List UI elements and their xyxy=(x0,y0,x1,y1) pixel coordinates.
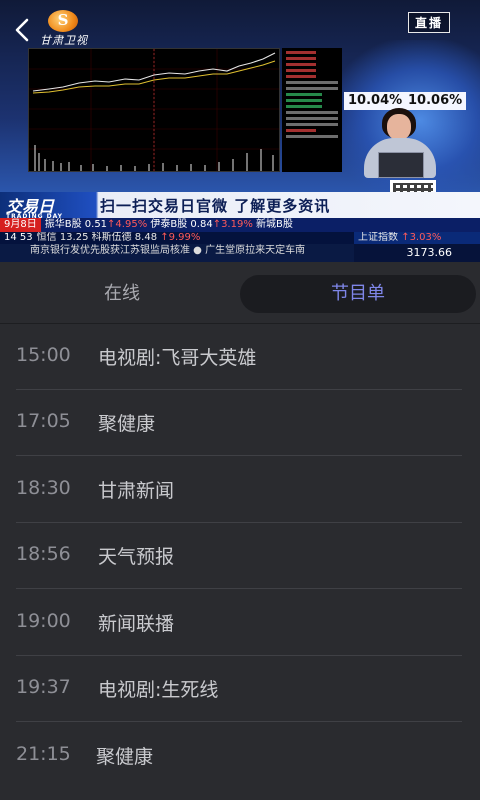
ticker-index-change: ↑3.03% xyxy=(401,232,442,243)
ticker-index: 上证指数 ↑3.03% xyxy=(354,232,480,244)
stock-ticker-row-2: 14 53 恒信 13.25 科斯伍德 8.48 ↑9.99% 上证指数 ↑3.0… xyxy=(0,232,480,244)
schedule-time: 19:00 xyxy=(16,610,71,632)
ticker-date: 9月8日 xyxy=(0,218,41,232)
ticker-change: ↑4.95% xyxy=(107,219,148,230)
news-anchor xyxy=(360,108,440,178)
channel-logo-icon xyxy=(48,10,78,32)
video-player[interactable]: 甘肃卫视 直播 xyxy=(0,0,480,262)
schedule-item[interactable]: 21:15 聚健康 xyxy=(16,723,462,789)
ticker-index-label: 上证指数 xyxy=(358,232,398,243)
schedule-item[interactable]: 18:56 天气预报 xyxy=(16,523,462,589)
schedule-title: 甘肃新闻 xyxy=(98,480,175,502)
news-ticker: 南京银行发优先股获江苏银监局核准 ● 广生堂原拉来天定车南 3173.66 xyxy=(0,244,480,262)
broadcast-quote-panel xyxy=(282,48,342,172)
schedule-title: 新闻联播 xyxy=(98,613,175,635)
schedule-title: 天气预报 xyxy=(98,546,175,568)
broadcast-brand: 交易日 TRADING DAY xyxy=(6,193,80,220)
schedule-time: 19:37 xyxy=(16,676,71,698)
ticker-text: 新城B股 xyxy=(252,219,293,230)
chevron-left-icon xyxy=(15,18,29,42)
schedule-item[interactable]: 19:00 新闻联播 xyxy=(16,590,462,656)
broadcast-banner-message: 扫一扫交易日官微 了解更多资讯 xyxy=(100,197,331,215)
stock-ticker-row-1: 9月8日 振华B股 0.51↑4.95% 伊泰B股 0.84↑3.19% 新城B股 xyxy=(0,218,480,232)
ticker-text: 科斯伍德 8.48 xyxy=(88,232,158,243)
ticker-change: ↑3.19% xyxy=(212,219,253,230)
ticker-text: 恒信 13.25 xyxy=(36,232,89,243)
schedule-title: 聚健康 xyxy=(98,413,156,435)
schedule-time: 18:30 xyxy=(16,477,71,499)
tab-schedule[interactable]: 节目单 xyxy=(240,275,476,313)
channel-logo-text: 甘肃卫视 xyxy=(40,34,88,47)
broadcast-banner: 交易日 TRADING DAY 扫一扫交易日官微 了解更多资讯 xyxy=(0,192,480,220)
schedule-title: 电视剧:生死线 xyxy=(98,679,219,701)
schedule-time: 21:15 xyxy=(16,743,71,765)
back-button[interactable] xyxy=(8,14,36,46)
schedule-item[interactable]: 18:30 甘肃新闻 xyxy=(16,457,462,523)
channel-logo: 甘肃卫视 xyxy=(34,10,94,47)
ticker-time: 14 53 xyxy=(4,232,33,243)
broadcast-stock-chart xyxy=(28,48,280,172)
schedule-item[interactable]: 17:05 聚健康 xyxy=(16,390,462,456)
tab-bar: 在线 节目单 xyxy=(0,262,480,324)
schedule-title: 聚健康 xyxy=(96,746,154,768)
schedule-title: 电视剧:飞哥大英雄 xyxy=(98,347,257,369)
schedule-time: 17:05 xyxy=(16,410,71,432)
ticker-text: 振华B股 0.51 xyxy=(44,219,108,230)
schedule-time: 18:56 xyxy=(16,543,71,565)
ticker-text: 伊泰B股 0.84 xyxy=(147,219,213,230)
schedule-list: 15:00 电视剧:飞哥大英雄 17:05 聚健康 18:30 甘肃新闻 18:… xyxy=(0,324,480,800)
live-badge: 直播 xyxy=(407,12,450,33)
schedule-item[interactable]: 15:00 电视剧:飞哥大英雄 xyxy=(16,324,462,390)
schedule-item[interactable]: 19:37 电视剧:生死线 xyxy=(16,656,462,722)
ticker-index-value: 3173.66 xyxy=(354,244,480,262)
ticker-change: ↑9.99% xyxy=(160,232,201,243)
schedule-time: 15:00 xyxy=(16,344,71,366)
news-ticker-text: 南京银行发优先股获江苏银监局核准 ● 广生堂原拉来天定车南 xyxy=(30,245,306,256)
tab-online[interactable]: 在线 xyxy=(4,275,240,313)
